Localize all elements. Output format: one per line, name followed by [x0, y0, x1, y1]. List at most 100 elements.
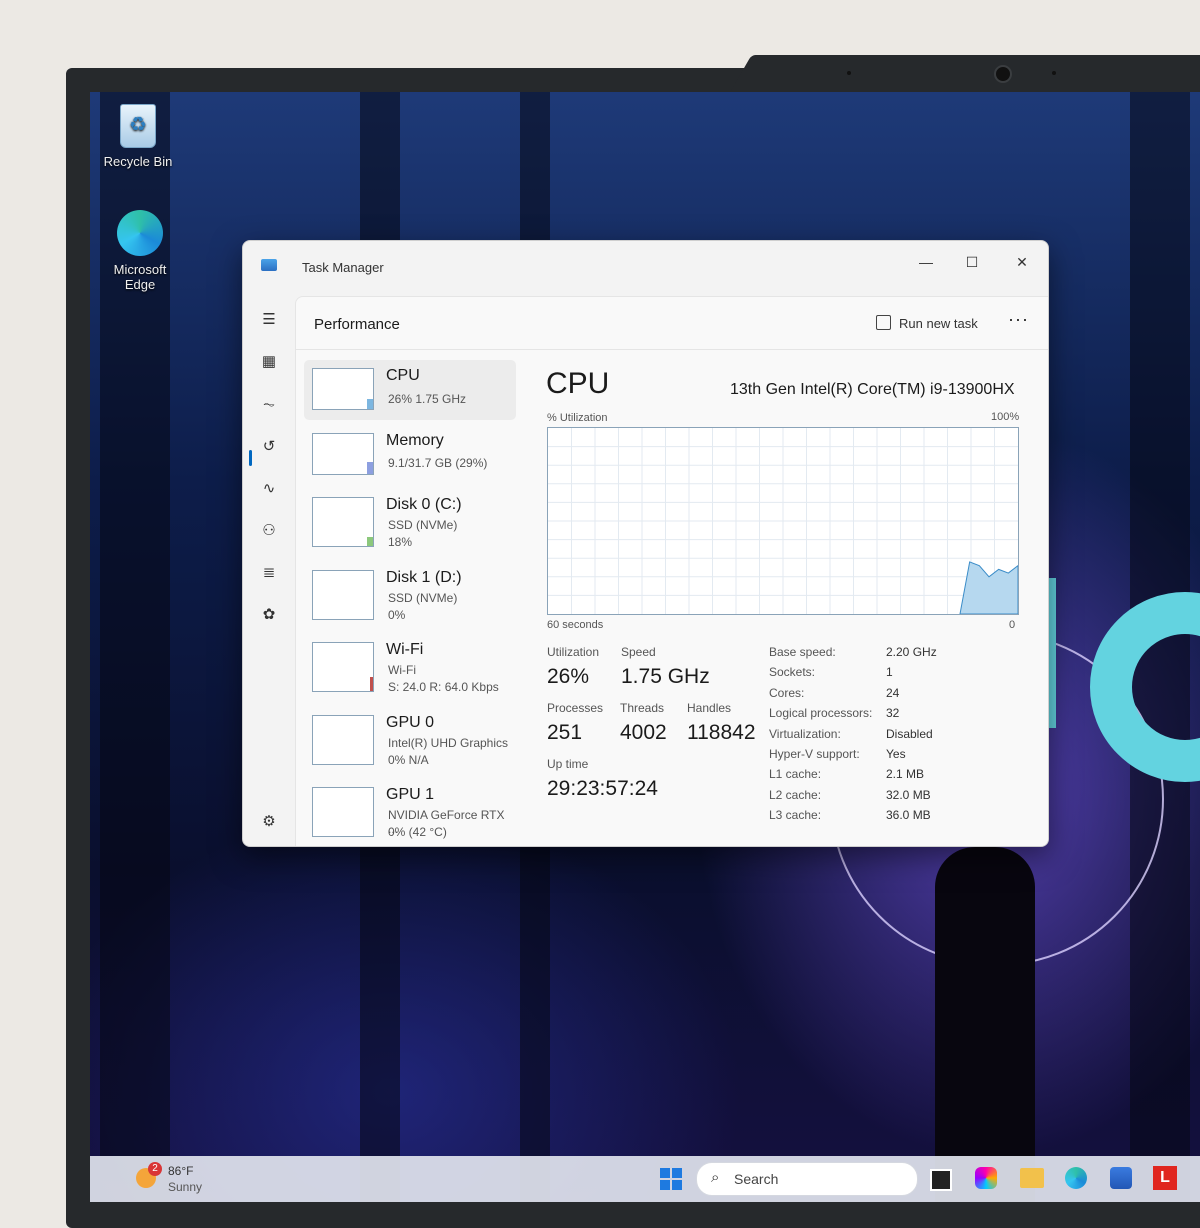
- spec-key: Hyper-V support:: [769, 747, 860, 761]
- lenovo-vantage-icon[interactable]: L: [1153, 1166, 1177, 1190]
- app-history-icon[interactable]: ↺: [257, 435, 281, 459]
- search-label: Search: [734, 1171, 779, 1187]
- wallpaper-figure: [935, 847, 1035, 1202]
- page-title: Performance: [314, 316, 400, 333]
- startup-apps-icon[interactable]: ∿: [257, 477, 281, 501]
- spec-value: 2.1 MB: [886, 767, 925, 781]
- window-title: Task Manager: [302, 260, 384, 275]
- speed-value: 1.75 GHz: [621, 665, 710, 688]
- title-bar[interactable]: Task Manager — ☐ ✕: [243, 241, 1048, 293]
- spec-value: 1: [886, 665, 893, 679]
- weather-temp: 86°F: [168, 1164, 194, 1178]
- utilization-label: Utilization: [547, 645, 600, 659]
- resource-name: Memory: [386, 432, 444, 449]
- uptime-label: Up time: [547, 757, 589, 771]
- run-new-task-label: Run new task: [899, 316, 978, 331]
- nav-rail: ☰ ▦ ⏦ ↺ ∿ ⚇ ≣ ✿ ⚙: [243, 293, 295, 846]
- more-options-button[interactable]: ···: [1008, 309, 1029, 330]
- resource-item-gpu1[interactable]: GPU 1 NVIDIA GeForce RTX ... 0% (42 °C): [304, 779, 516, 839]
- spec-key: L3 cache:: [769, 808, 822, 822]
- cpu-graph-svg: [548, 428, 1018, 614]
- uptime-value: 29:23:57:24: [547, 777, 658, 800]
- resource-detail: 18%: [388, 535, 413, 549]
- spec-key: Logical processors:: [769, 706, 873, 720]
- file-explorer-icon[interactable]: [1020, 1168, 1044, 1188]
- handles-value: 118842: [687, 721, 756, 744]
- spec-value: 32: [886, 706, 900, 720]
- desktop-icon-recycle-bin[interactable]: ♻ Recycle Bin: [93, 104, 183, 169]
- edge-label: Microsoft Edge: [113, 262, 167, 292]
- resource-detail: 0%: [388, 608, 406, 622]
- cpu-model: 13th Gen Intel(R) Core(TM) i9-13900HX: [730, 381, 1015, 398]
- resource-detail: 0% (42 °C): [388, 825, 447, 839]
- resource-item-wifi[interactable]: Wi-Fi Wi-Fi S: 24.0 R: 64.0 Kbps: [304, 634, 516, 694]
- resource-name: GPU 0: [386, 714, 435, 731]
- threads-value: 4002: [620, 721, 667, 744]
- resource-detail: 9.1/31.7 GB (29%): [388, 456, 488, 470]
- copilot-icon[interactable]: [975, 1167, 997, 1189]
- details-icon[interactable]: ≣: [257, 561, 281, 585]
- utilization-value: 26%: [547, 665, 590, 688]
- recycle-bin-icon: ♻: [120, 104, 156, 148]
- performance-icon[interactable]: ⏦: [257, 393, 281, 417]
- spec-key: L1 cache:: [769, 767, 822, 781]
- resource-item-disk0[interactable]: Disk 0 (C:) SSD (NVMe) 18%: [304, 489, 516, 549]
- spec-key: L2 cache:: [769, 788, 822, 802]
- cpu-utilization-graph: [547, 427, 1019, 615]
- taskbar: 2 86°F Sunny ⌕ Search L: [90, 1156, 1200, 1202]
- minimize-button[interactable]: —: [903, 247, 949, 277]
- graph-max-label: 100%: [991, 411, 1020, 423]
- wifi-thumbnail: [312, 642, 374, 692]
- maximize-button[interactable]: ☐: [949, 247, 995, 277]
- settings-icon[interactable]: ⚙: [257, 810, 281, 834]
- spec-key: Sockets:: [769, 665, 816, 679]
- bezel-notch: [728, 55, 1200, 95]
- edge-taskbar-icon[interactable]: [1065, 1167, 1087, 1189]
- handles-label: Handles: [687, 701, 732, 715]
- spec-key: Virtualization:: [769, 727, 841, 741]
- processes-label: Processes: [547, 701, 604, 715]
- resource-item-gpu0[interactable]: GPU 0 Intel(R) UHD Graphics 0% N/A: [304, 707, 516, 767]
- close-button[interactable]: ✕: [999, 247, 1045, 277]
- services-icon[interactable]: ✿: [257, 603, 281, 627]
- processes-value: 251: [547, 721, 583, 744]
- graph-min-label: 0: [1009, 619, 1016, 631]
- cpu-heading: CPU: [546, 367, 610, 400]
- taskbar-search[interactable]: ⌕ Search: [696, 1162, 918, 1196]
- recycle-bin-label: Recycle Bin: [103, 154, 173, 169]
- store-icon[interactable]: [1110, 1167, 1132, 1189]
- task-view-icon[interactable]: [930, 1169, 952, 1191]
- search-icon: ⌕: [711, 1169, 720, 1186]
- processes-icon[interactable]: ▦: [257, 350, 281, 374]
- users-icon[interactable]: ⚇: [257, 519, 281, 543]
- sensor-dot: [847, 71, 851, 75]
- resource-item-memory[interactable]: Memory 9.1/31.7 GB (29%): [304, 425, 516, 485]
- resource-detail: S: 24.0 R: 64.0 Kbps: [388, 680, 499, 694]
- spec-value: Yes: [886, 747, 906, 761]
- spec-key: Cores:: [769, 686, 805, 700]
- task-manager-window: Task Manager — ☐ ✕ ☰ ▦ ⏦ ↺ ∿ ⚇ ≣ ✿ ⚙ Per…: [242, 240, 1049, 847]
- task-manager-app-icon: [261, 259, 277, 271]
- gpu1-thumbnail: [312, 787, 374, 837]
- weather-badge: 2: [148, 1162, 162, 1176]
- graph-time-label: 60 seconds: [547, 619, 604, 631]
- spec-value: 32.0 MB: [886, 788, 931, 802]
- weather-widget[interactable]: 2 86°F Sunny: [136, 1162, 216, 1196]
- resource-name: Disk 1 (D:): [386, 569, 462, 586]
- performance-pane: Performance Run new task ··· CPU 26% 1.7…: [295, 296, 1048, 846]
- hamburger-menu-icon[interactable]: ☰: [257, 308, 281, 332]
- speed-label: Speed: [621, 645, 656, 659]
- start-button[interactable]: [660, 1168, 682, 1190]
- desktop-icon-edge[interactable]: Microsoft Edge: [95, 210, 185, 292]
- content-header: Performance Run new task ···: [296, 297, 1048, 350]
- cpu-thumbnail: [312, 368, 374, 410]
- weather-condition: Sunny: [168, 1180, 203, 1194]
- resource-detail: 0% N/A: [388, 753, 429, 767]
- resource-name: CPU: [386, 367, 420, 384]
- resource-item-disk1[interactable]: Disk 1 (D:) SSD (NVMe) 0%: [304, 562, 516, 622]
- resource-name: Wi-Fi: [386, 641, 424, 658]
- resource-item-cpu[interactable]: CPU 26% 1.75 GHz: [304, 360, 516, 420]
- webcam: [994, 65, 1012, 83]
- run-new-task-button[interactable]: Run new task: [876, 315, 978, 331]
- nav-active-indicator: [249, 450, 252, 466]
